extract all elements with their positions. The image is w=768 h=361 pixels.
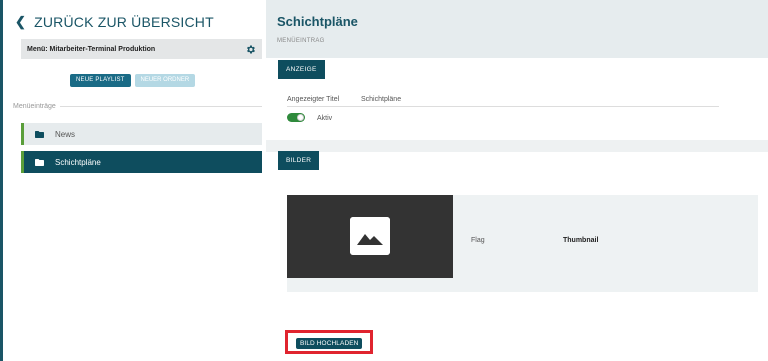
page-header: Schichtpläne MENÜEINTRAG (266, 0, 768, 58)
toggle-knob (297, 114, 304, 121)
active-toggle[interactable] (287, 113, 305, 122)
menu-label: Menü: Mitarbeiter-Terminal Produktion (27, 45, 156, 53)
page-title: Schichtpläne (277, 14, 358, 29)
image-entry: Flag Thumbnail (287, 195, 758, 292)
page-subtitle: MENÜEINTRAG (277, 38, 325, 44)
sidebar-item-schichtplaene[interactable]: Schichtpläne (21, 151, 262, 173)
new-playlist-button[interactable]: NEUE PLAYLIST (70, 74, 131, 87)
back-link-label: ZURÜCK ZUR ÜBERSICHT (34, 14, 214, 30)
new-folder-button[interactable]: NEUER ORDNER (134, 74, 196, 87)
sidebar-item-label: Schichtpläne (55, 157, 101, 167)
sidebar-item-label: News (55, 129, 76, 139)
sidebar-actions: NEUE PLAYLIST NEUER ORDNER (70, 74, 196, 87)
displayed-title-field[interactable]: Angezeigter Titel Schichtpläne (287, 96, 719, 107)
displayed-title-label: Angezeigter Titel (287, 96, 340, 103)
sidebar-item-news[interactable]: News (21, 123, 262, 145)
main-content: Schichtpläne MENÜEINTRAG ANZEIGE Angezei… (266, 0, 768, 361)
images-section-band (266, 140, 768, 152)
folder-icon (35, 158, 44, 166)
active-toggle-label: Aktiv (317, 115, 333, 122)
divider-line (59, 106, 262, 107)
flag-label: Flag (471, 237, 485, 244)
flag-value: Thumbnail (563, 237, 599, 244)
menu-entries-divider: Menüeinträge (13, 103, 262, 110)
chevron-left-icon: ❮ (15, 14, 27, 29)
gear-icon[interactable] (245, 44, 256, 55)
displayed-title-value[interactable]: Schichtpläne (361, 96, 401, 103)
menu-entries-label: Menüeinträge (13, 103, 56, 110)
upload-highlight-box: BILD HOCHLADEN (285, 330, 373, 354)
back-to-overview-link[interactable]: ❮ ZURÜCK ZUR ÜBERSICHT (15, 14, 214, 30)
sidebar: ❮ ZURÜCK ZUR ÜBERSICHT Menü: Mitarbeiter… (0, 0, 266, 361)
menu-header: Menü: Mitarbeiter-Terminal Produktion (21, 39, 262, 59)
folder-icon (35, 130, 44, 138)
upload-image-button[interactable]: BILD HOCHLADEN (296, 338, 363, 349)
image-placeholder-icon (350, 217, 390, 255)
tab-images: BILDER (278, 151, 320, 170)
tab-display: ANZEIGE (278, 60, 325, 79)
image-thumbnail[interactable] (287, 195, 453, 278)
